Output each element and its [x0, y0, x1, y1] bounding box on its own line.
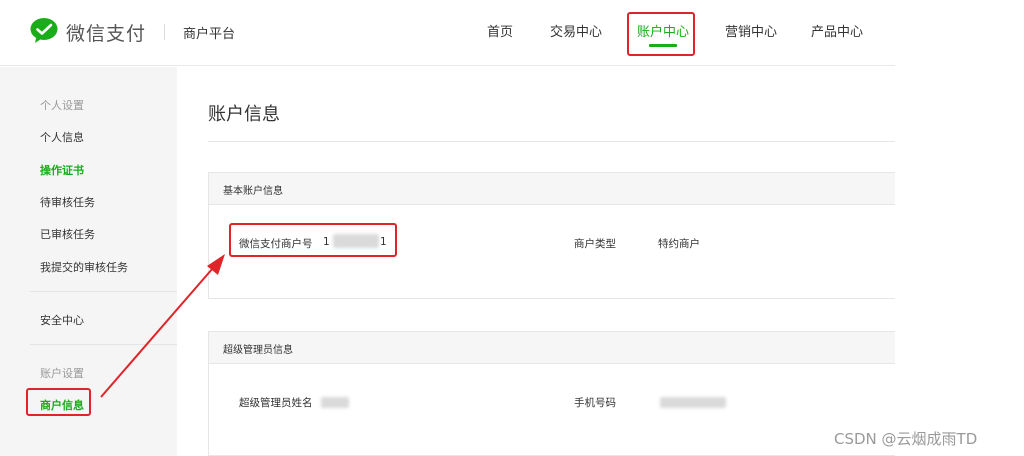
- sidebar-item-pending-review[interactable]: 待审核任务: [40, 194, 95, 210]
- nav-marketing-center[interactable]: 营销中心: [725, 21, 777, 40]
- page-title: 账户信息: [208, 104, 280, 125]
- sidebar-divider: [30, 344, 177, 345]
- title-divider: [208, 141, 895, 142]
- annotation-box-merchant-info: [26, 388, 91, 416]
- merchant-type-label: 商户类型: [574, 238, 616, 250]
- top-header: 微信支付 商户平台 首页 交易中心 账户中心 营销中心 产品中心: [0, 0, 895, 66]
- wechat-pay-logo-icon[interactable]: [30, 17, 60, 43]
- super-admin-panel-title: 超级管理员信息: [209, 332, 895, 364]
- super-admin-panel: 超级管理员信息: [208, 331, 895, 456]
- sidebar-item-reviewed-tasks[interactable]: 已审核任务: [40, 226, 95, 242]
- annotation-box-account-center: [627, 12, 695, 56]
- nav-product-center[interactable]: 产品中心: [811, 21, 863, 40]
- watermark: CSDN @云烟成雨TD: [834, 430, 978, 448]
- sidebar-group-account-settings: 账户设置: [40, 367, 84, 380]
- annotation-box-merchant-id: [229, 223, 397, 257]
- phone-label: 手机号码: [574, 397, 616, 409]
- basic-account-panel-title: 基本账户信息: [209, 173, 895, 205]
- sidebar-item-operation-certificate[interactable]: 操作证书: [40, 162, 84, 178]
- sidebar-group-personal-settings: 个人设置: [40, 99, 84, 112]
- merchant-type-value: 特约商户: [658, 238, 700, 250]
- nav-home[interactable]: 首页: [487, 21, 513, 40]
- admin-name-label: 超级管理员姓名: [239, 397, 313, 409]
- sidebar-item-security-center[interactable]: 安全中心: [40, 312, 84, 328]
- brand-divider: [164, 24, 165, 40]
- brand-name[interactable]: 微信支付: [66, 19, 146, 46]
- sidebar-divider: [30, 291, 177, 292]
- nav-trade-center[interactable]: 交易中心: [550, 21, 602, 40]
- platform-name: 商户平台: [183, 27, 236, 42]
- sidebar-item-my-submitted-tasks[interactable]: 我提交的审核任务: [40, 259, 128, 275]
- sidebar-item-personal-info[interactable]: 个人信息: [40, 129, 84, 145]
- admin-name-redacted: [321, 397, 349, 408]
- phone-redacted: [660, 397, 726, 408]
